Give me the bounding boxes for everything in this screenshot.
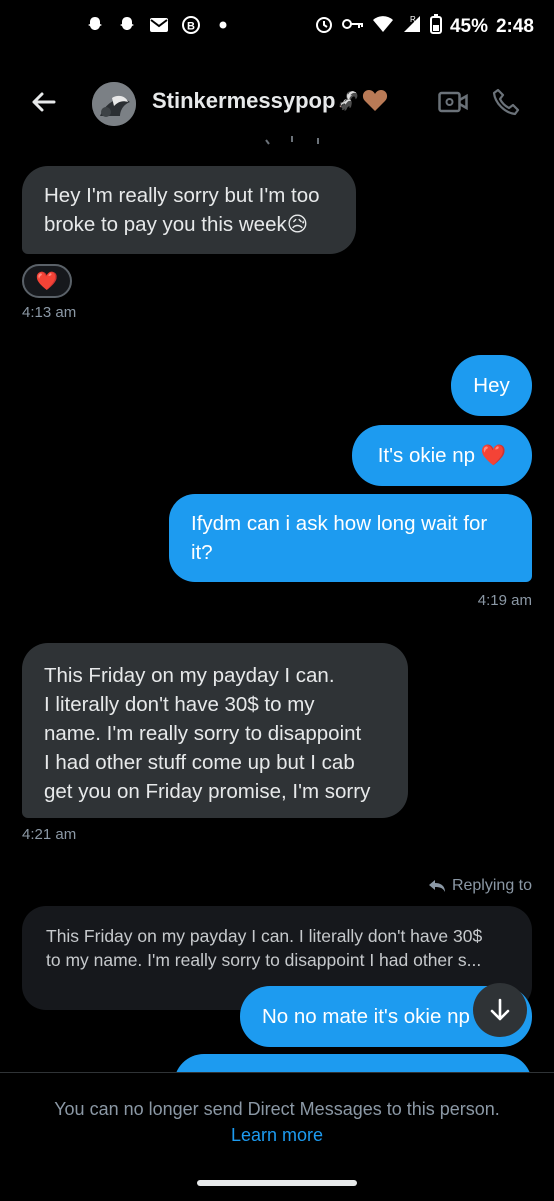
reaction-badge[interactable]: ❤️ bbox=[22, 264, 72, 298]
snapchat-icon bbox=[84, 14, 106, 36]
message-line: name. I'm really sorry to disappoint bbox=[44, 722, 362, 745]
heart-reaction: ❤️ bbox=[35, 270, 59, 291]
alarm-icon bbox=[314, 14, 334, 39]
status-bar: B R 45% 2:48 bbox=[0, 0, 554, 56]
key-icon bbox=[341, 17, 364, 36]
message-timestamp: 4:19 am bbox=[477, 592, 532, 609]
scroll-to-bottom-button[interactable] bbox=[473, 983, 527, 1037]
clock: 2:48 bbox=[495, 15, 534, 37]
video-call-button[interactable] bbox=[438, 90, 468, 114]
contact-name: Stinkermessypop bbox=[152, 88, 336, 113]
partial-text-fragment bbox=[265, 136, 319, 145]
mail-icon bbox=[148, 14, 170, 36]
contact-title[interactable]: Stinkermessypop 🦨 bbox=[152, 88, 388, 114]
phone-icon bbox=[492, 88, 520, 116]
avatar[interactable] bbox=[92, 82, 136, 126]
message-text: No no mate it's okie np bbox=[262, 1005, 470, 1028]
quote-line: to my name. I'm really sorry to disappoi… bbox=[46, 950, 482, 970]
message-bubble-incoming[interactable]: This Friday on my payday I can. I litera… bbox=[22, 643, 408, 818]
message-bubble-outgoing[interactable]: Ifydm can i ask how long wait for it? bbox=[169, 494, 532, 582]
dot-icon bbox=[212, 14, 234, 36]
message-text: It's okie np ❤️ bbox=[377, 444, 507, 467]
arrow-left-icon bbox=[32, 92, 56, 112]
svg-text:R: R bbox=[410, 15, 416, 24]
home-indicator[interactable] bbox=[197, 1180, 357, 1186]
status-left-icons: B bbox=[84, 14, 234, 36]
message-bubble-outgoing[interactable]: It's okie np ❤️ bbox=[352, 425, 532, 486]
svg-text:B: B bbox=[187, 21, 195, 33]
message-bubble-incoming[interactable]: Hey I'm really sorry but I'm too broke t… bbox=[22, 166, 356, 254]
conversation-header: Stinkermessypop 🦨 bbox=[0, 70, 554, 142]
message-timestamp: 4:21 am bbox=[22, 826, 77, 843]
message-line: it? bbox=[191, 541, 213, 564]
message-line: Hey I'm really sorry but I'm too bbox=[44, 184, 320, 207]
battery-percent: 45% bbox=[449, 15, 488, 37]
arrow-down-icon bbox=[490, 998, 510, 1021]
status-right: R 45% 2:48 bbox=[314, 14, 534, 39]
learn-more-link[interactable]: Learn more bbox=[0, 1125, 554, 1146]
snapchat-icon bbox=[116, 14, 138, 36]
b-icon: B bbox=[180, 14, 202, 36]
quote-line: This Friday on my payday I can. I litera… bbox=[46, 926, 483, 946]
brown-heart-icon bbox=[362, 90, 387, 111]
wifi-icon bbox=[372, 15, 394, 38]
restriction-message: You can no longer send Direct Messages t… bbox=[54, 1099, 500, 1119]
message-line: Ifydm can i ask how long wait for bbox=[191, 512, 488, 535]
back-button[interactable] bbox=[26, 84, 62, 120]
replying-to-text: Replying to bbox=[451, 877, 532, 894]
message-bubble-outgoing[interactable]: Hey bbox=[451, 355, 532, 416]
message-line: This Friday on my payday I can. bbox=[44, 664, 335, 687]
message-line: I had other stuff come up but I cab bbox=[44, 751, 355, 774]
signal-icon: R bbox=[402, 14, 422, 39]
message-line: get you on Friday promise, I'm sorry bbox=[44, 780, 371, 803]
battery-icon bbox=[429, 14, 442, 39]
voice-call-button[interactable] bbox=[492, 88, 520, 116]
skunk-emoji: 🦨 bbox=[337, 90, 360, 111]
message-timestamp: 4:13 am bbox=[22, 304, 77, 321]
reply-arrow-icon bbox=[428, 880, 445, 892]
replying-to-label: Replying to bbox=[428, 877, 532, 895]
message-line: broke to pay you this week😥 bbox=[44, 213, 309, 236]
video-icon bbox=[438, 91, 468, 113]
message-line: I literally don't have 30$ to my bbox=[44, 693, 315, 716]
message-text: Hey bbox=[473, 374, 510, 397]
